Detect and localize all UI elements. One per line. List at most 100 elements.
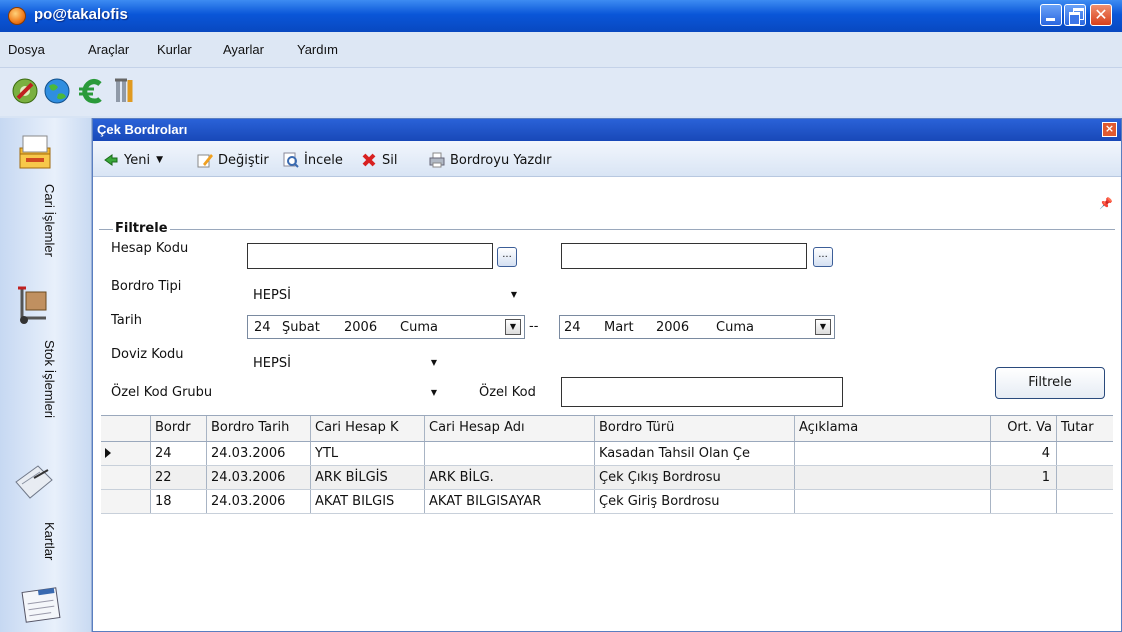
globe-icon[interactable]: [42, 76, 72, 106]
date-to-picker[interactable]: 24 Mart 2006 Cuma ▼: [559, 315, 835, 339]
minimize-button[interactable]: [1040, 4, 1062, 26]
date-from-picker[interactable]: 24 Şubat 2006 Cuma ▼: [247, 315, 525, 339]
col-header-cari-hesap-kodu[interactable]: Cari Hesap K: [311, 416, 425, 441]
cell-bordro-tarih[interactable]: 24.03.2006: [207, 466, 311, 489]
title-bar: po@takalofis ✕: [0, 0, 1122, 32]
ozel-kod-grubu-select[interactable]: ▼: [247, 381, 445, 405]
row-indicator[interactable]: [101, 490, 151, 513]
menu-kurlar[interactable]: Kurlar: [157, 42, 192, 57]
menu-ayarlar[interactable]: Ayarlar: [223, 42, 264, 57]
date-separator: --: [529, 319, 539, 334]
col-header-tutar[interactable]: Tutar: [1057, 416, 1113, 441]
nav-kartlar[interactable]: Kartlar: [6, 458, 86, 598]
wrench-icon[interactable]: [110, 76, 140, 106]
incele-button[interactable]: İncele: [283, 150, 343, 170]
cell-aciklama[interactable]: [795, 466, 991, 489]
restore-button[interactable]: [1064, 4, 1086, 26]
cek-bordrolari-window: Çek Bordroları × Yeni ▼ Değiştir İncele: [92, 118, 1122, 632]
cell-aciklama[interactable]: [795, 490, 991, 513]
date-from-weekday: Cuma: [400, 320, 438, 335]
hesap-kodu-to-browse-button[interactable]: ...: [813, 247, 833, 267]
cell-bordro-turu[interactable]: Çek Giriş Bordrosu: [595, 490, 795, 513]
cell-ort-vade[interactable]: 1: [991, 466, 1057, 489]
sil-button[interactable]: Sil: [361, 150, 397, 170]
table-row[interactable]: 18 24.03.2006 AKAT BILGIS AKAT BILGISAYA…: [101, 490, 1113, 514]
cell-cari-hesap-kodu[interactable]: ARK BİLGİS: [311, 466, 425, 489]
cell-bordro-turu[interactable]: Çek Çıkış Bordrosu: [595, 466, 795, 489]
menu-bar: Dosya Araçlar Kurlar Ayarlar Yardım: [0, 32, 1122, 68]
current-row-arrow-icon: [105, 448, 111, 458]
filtrele-button[interactable]: Filtrele: [995, 367, 1105, 399]
cell-tutar[interactable]: [1057, 490, 1113, 513]
ozel-kod-label: Özel Kod: [479, 385, 536, 400]
nav-stok-islemleri[interactable]: Stok İşlemleri: [6, 278, 86, 458]
cell-bordro-tarih[interactable]: 24.03.2006: [207, 442, 311, 465]
cell-cari-hesap-kodu[interactable]: AKAT BILGIS: [311, 490, 425, 513]
degistir-button[interactable]: Değiştir: [197, 150, 269, 170]
col-header-bordro-turu[interactable]: Bordro Türü: [595, 416, 795, 441]
close-button[interactable]: ✕: [1090, 4, 1112, 26]
filter-group-border: [99, 229, 1115, 230]
calendar-dropdown-icon[interactable]: ▼: [505, 319, 521, 335]
delete-icon: [361, 152, 377, 168]
col-header-bordro-tarih[interactable]: Bordro Tarih: [207, 416, 311, 441]
nav-label: Kartlar: [42, 522, 57, 561]
child-body: 📌 Filtrele Hesap Kodu ... ... Bordro Tip…: [93, 177, 1121, 631]
calendar-dropdown-icon[interactable]: ▼: [815, 319, 831, 335]
bordroyu-yazdir-button[interactable]: Bordroyu Yazdır: [429, 150, 551, 170]
cell-cari-hesap-adi[interactable]: [425, 442, 595, 465]
col-header-cari-hesap-adi[interactable]: Cari Hesap Adı: [425, 416, 595, 441]
menu-araclar[interactable]: Araçlar: [88, 42, 129, 57]
row-indicator[interactable]: [101, 466, 151, 489]
cell-ort-vade[interactable]: 4: [991, 442, 1057, 465]
incele-label: İncele: [304, 152, 343, 168]
cell-ort-vade[interactable]: [991, 490, 1057, 513]
hesap-kodu-from-browse-button[interactable]: ...: [497, 247, 517, 267]
col-header-aciklama[interactable]: Açıklama: [795, 416, 991, 441]
date-from-month: Şubat: [282, 320, 320, 335]
child-close-button[interactable]: ×: [1102, 122, 1117, 137]
ozel-kod-input[interactable]: [561, 377, 843, 407]
ozel-kod-grubu-label: Özel Kod Grubu: [111, 385, 213, 400]
cell-tutar[interactable]: [1057, 466, 1113, 489]
col-header-bordro-no[interactable]: Bordr: [151, 416, 207, 441]
date-from-year: 2006: [344, 320, 378, 335]
cell-cari-hesap-adi[interactable]: ARK BİLG.: [425, 466, 595, 489]
cell-bordro-no[interactable]: 22: [151, 466, 207, 489]
date-to-year: 2006: [656, 320, 690, 335]
yeni-button[interactable]: Yeni ▼: [103, 150, 163, 170]
cell-tutar[interactable]: [1057, 442, 1113, 465]
euro-icon[interactable]: [76, 76, 106, 106]
cell-aciklama[interactable]: [795, 442, 991, 465]
table-row[interactable]: 22 24.03.2006 ARK BİLGİS ARK BİLG. Çek Ç…: [101, 466, 1113, 490]
nav-accounts[interactable]: [6, 582, 86, 630]
yeni-label: Yeni: [124, 152, 151, 168]
cell-bordro-no[interactable]: 18: [151, 490, 207, 513]
nav-label: Stok İşlemleri: [42, 340, 57, 419]
add-icon: [103, 152, 119, 168]
cell-bordro-tarih[interactable]: 24.03.2006: [207, 490, 311, 513]
cell-cari-hesap-kodu[interactable]: YTL: [311, 442, 425, 465]
chevron-down-icon: ▼: [430, 358, 438, 367]
date-to-day: 24: [564, 320, 581, 335]
bordro-grid: Bordr Bordro Tarih Cari Hesap K Cari Hes…: [101, 415, 1113, 631]
tarih-label: Tarih: [111, 313, 142, 328]
bordro-tipi-label: Bordro Tipi: [111, 279, 182, 294]
bordro-tipi-select[interactable]: HEPSİ ▼: [247, 283, 525, 307]
doviz-kodu-select[interactable]: HEPSİ ▼: [247, 351, 445, 375]
row-indicator[interactable]: [101, 442, 151, 465]
col-header-ort-vade[interactable]: Ort. Va: [991, 416, 1057, 441]
menu-dosya[interactable]: Dosya: [8, 42, 45, 57]
hesap-kodu-to-input[interactable]: [561, 243, 807, 269]
cell-cari-hesap-adi[interactable]: AKAT BILGISAYAR: [425, 490, 595, 513]
folder-stack-icon: [19, 135, 51, 169]
cell-bordro-no[interactable]: 24: [151, 442, 207, 465]
app-logo-icon: [8, 7, 26, 25]
hesap-kodu-from-input[interactable]: [247, 243, 493, 269]
table-row[interactable]: 24 24.03.2006 YTL Kasadan Tahsil Olan Çe…: [101, 442, 1113, 466]
pin-icon[interactable]: 📌: [1099, 197, 1113, 210]
menu-yardim[interactable]: Yardım: [297, 42, 338, 57]
cell-bordro-turu[interactable]: Kasadan Tahsil Olan Çe: [595, 442, 795, 465]
tools-settings-icon[interactable]: [10, 76, 40, 106]
date-to-weekday: Cuma: [716, 320, 754, 335]
